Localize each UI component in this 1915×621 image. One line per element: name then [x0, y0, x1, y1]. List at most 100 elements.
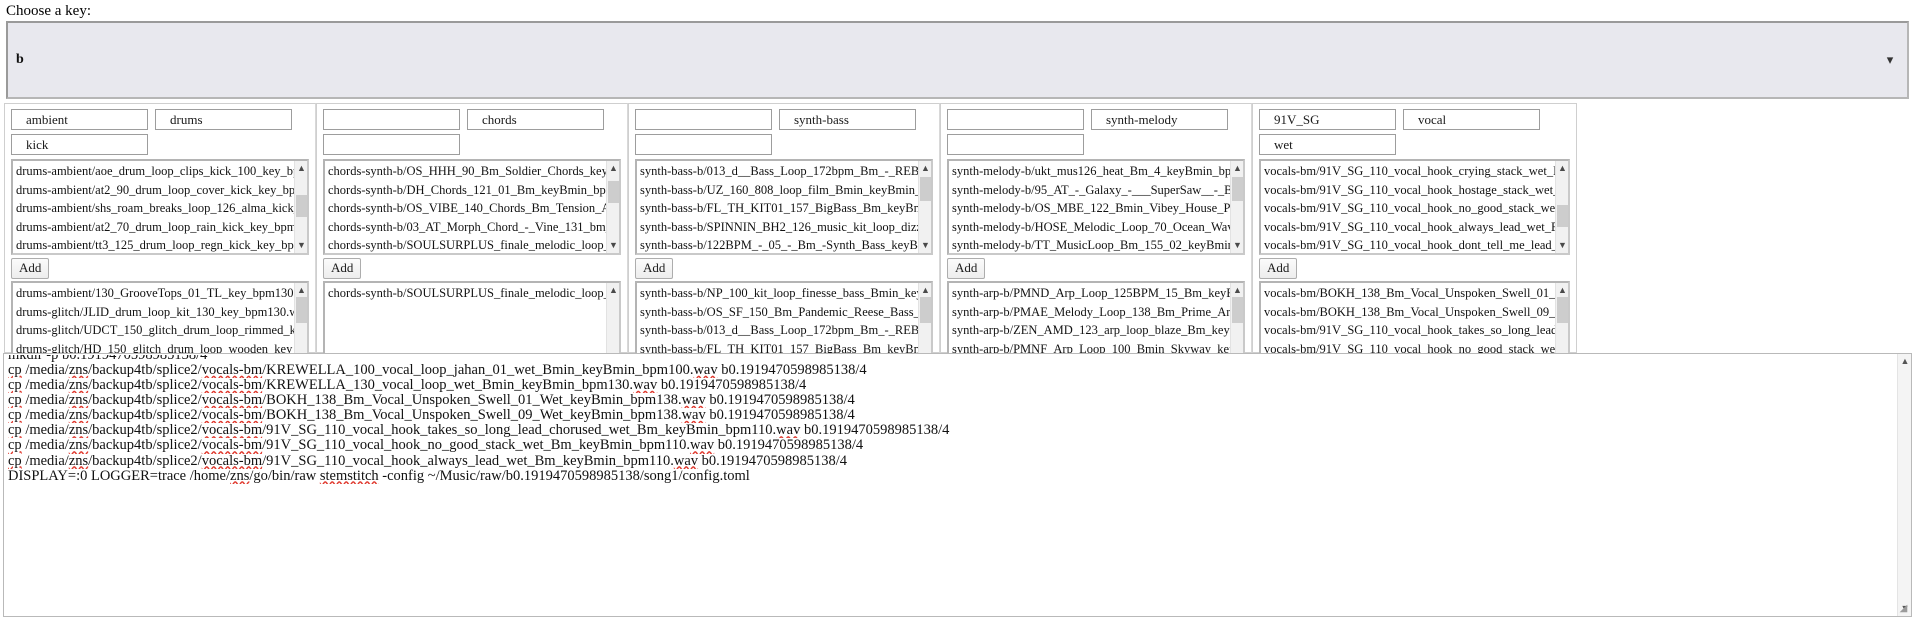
tag-input-1a[interactable]: 91V_SG — [1259, 109, 1396, 130]
scrollbar-thumb[interactable] — [1232, 297, 1243, 323]
list-item[interactable]: vocals-bm/91V_SG_110_vocal_hook_crying_s… — [1264, 162, 1555, 181]
list-item[interactable]: vocals-bm/91V_SG_110_vocal_hook_always_l… — [1264, 218, 1555, 237]
list-item[interactable]: chords-synth-b/03_AT_Morph_Chord_-_Vine_… — [328, 218, 606, 237]
tag-input-1a[interactable] — [635, 109, 772, 130]
list-item[interactable]: synth-bass-b/OS_SF_150_Bm_Pandemic_Reese… — [640, 303, 918, 322]
add-button[interactable]: Add — [947, 258, 986, 279]
chevron-up-icon[interactable]: ▲ — [919, 162, 931, 175]
scrollbar-thumb[interactable] — [1557, 205, 1568, 227]
scrollbar-thumb[interactable] — [1232, 177, 1243, 201]
list-item[interactable]: chords-synth-b/SOULSURPLUS_finale_melodi… — [328, 236, 606, 253]
chevron-up-icon[interactable]: ▲ — [607, 284, 619, 297]
scrollbar-thumb[interactable] — [1557, 297, 1568, 323]
tag-input-1b[interactable]: drums — [155, 109, 292, 130]
list-item[interactable]: vocals-bm/91V_SG_110_vocal_hook_no_good_… — [1264, 199, 1555, 218]
add-button[interactable]: Add — [635, 258, 674, 279]
tag-input-2a[interactable] — [635, 134, 772, 155]
list-item[interactable]: synth-bass-b/UZ_160_808_loop_film_Bmin_k… — [640, 181, 918, 200]
chevron-up-icon[interactable]: ▲ — [1231, 162, 1243, 175]
chevron-up-icon[interactable]: ▲ — [607, 162, 619, 175]
chevron-up-icon[interactable]: ▲ — [1898, 355, 1911, 368]
scrollbar-thumb[interactable] — [296, 195, 307, 217]
list-item[interactable]: drums-ambient/aoe_drum_loop_clips_kick_1… — [16, 162, 294, 181]
scrollbar-vertical[interactable]: ▲ ▼ — [294, 161, 307, 253]
scrollbar-vertical[interactable]: ▲ ▼ — [1230, 161, 1243, 253]
chevron-up-icon[interactable]: ▲ — [295, 162, 307, 175]
list-item[interactable]: vocals-bm/91V_SG_110_vocal_hook_takes_so… — [1264, 321, 1555, 340]
list-item[interactable]: drums-ambient/at2_90_drum_loop_cover_kic… — [16, 181, 294, 200]
scrollbar-thumb[interactable] — [920, 297, 931, 323]
list-item[interactable]: synth-melody-b/TT_MusicLoop_Bm_155_02_ke… — [952, 236, 1230, 253]
list-item[interactable]: synth-arp-b/PMAE_Melody_Loop_138_Bm_Prim… — [952, 303, 1230, 322]
list-item[interactable]: synth-bass-b/FL_TH_KIT01_157_BigBass_Bm_… — [640, 199, 918, 218]
available-listbox[interactable]: synth-melody-b/ukt_mus126_heat_Bm_4_keyB… — [947, 159, 1245, 255]
scrollbar-vertical[interactable]: ▲ ▼ — [918, 161, 931, 253]
chevron-up-icon[interactable]: ▲ — [295, 284, 307, 297]
available-listbox[interactable]: chords-synth-b/OS_HHH_90_Bm_Soldier_Chor… — [323, 159, 621, 255]
console-scrollbar[interactable]: ▲ ▼ — [1897, 354, 1911, 616]
scrollbar-vertical[interactable]: ▲ ▼ — [1555, 161, 1568, 253]
list-item[interactable]: drums-ambient/tt3_125_drum_loop_regn_kic… — [16, 236, 294, 253]
list-item[interactable]: vocals-bm/91V_SG_110_vocal_hook_dont_tel… — [1264, 236, 1555, 253]
list-item[interactable]: drums-glitch/JLID_drum_loop_kit_130_key_… — [16, 303, 294, 322]
tag-input-2a[interactable]: kick — [11, 134, 148, 155]
scrollbar-vertical[interactable]: ▲ ▼ — [606, 161, 619, 253]
tag-input-2a[interactable] — [947, 134, 1084, 155]
available-listbox[interactable]: drums-ambient/aoe_drum_loop_clips_kick_1… — [11, 159, 309, 255]
add-button[interactable]: Add — [1259, 258, 1298, 279]
list-item[interactable]: vocals-bm/91V_SG_110_vocal_hook_hostage_… — [1264, 181, 1555, 200]
chevron-up-icon[interactable]: ▲ — [1231, 284, 1243, 297]
scrollbar-thumb[interactable] — [920, 177, 931, 201]
tag-row-2: kick — [11, 134, 309, 155]
resize-handle-icon[interactable]: ◢ — [1897, 602, 1910, 615]
tag-input-1b[interactable]: synth-bass — [779, 109, 916, 130]
tag-input-1b[interactable]: synth-melody — [1091, 109, 1228, 130]
chevron-down-icon[interactable]: ▼ — [607, 239, 619, 252]
list-item[interactable]: chords-synth-b/DH_Chords_121_01_Bm_keyBm… — [328, 181, 606, 200]
tag-input-1b[interactable]: vocal — [1403, 109, 1540, 130]
list-item[interactable]: synth-bass-b/013_d__Bass_Loop_172bpm_Bm_… — [640, 321, 918, 340]
scrollbar-thumb[interactable] — [296, 297, 307, 323]
chevron-down-icon[interactable]: ▼ — [919, 239, 931, 252]
scrollbar-thumb[interactable] — [608, 181, 619, 203]
chevron-down-icon[interactable]: ▼ — [295, 239, 307, 252]
list-item[interactable]: synth-bass-b/NP_100_kit_loop_finesse_bas… — [640, 284, 918, 303]
console-line: cp /media/zns/backup4tb/splice2/vocals-b… — [8, 438, 864, 454]
chevron-up-icon[interactable]: ▲ — [1556, 284, 1568, 297]
tag-input-1a[interactable] — [323, 109, 460, 130]
list-item[interactable]: vocals-bm/BOKH_138_Bm_Vocal_Unspoken_Swe… — [1264, 303, 1555, 322]
console-line: cp /media/zns/backup4tb/splice2/vocals-b… — [8, 393, 855, 409]
chevron-down-icon[interactable]: ▼ — [1556, 239, 1568, 252]
tag-input-1b[interactable]: chords — [467, 109, 604, 130]
available-listbox[interactable]: vocals-bm/91V_SG_110_vocal_hook_crying_s… — [1259, 159, 1570, 255]
list-item[interactable]: synth-melody-b/95_AT_-_Galaxy_-___SuperS… — [952, 181, 1230, 200]
list-item[interactable]: drums-ambient/at2_70_drum_loop_rain_kick… — [16, 218, 294, 237]
add-button[interactable]: Add — [323, 258, 362, 279]
chevron-down-icon[interactable]: ▼ — [1231, 239, 1243, 252]
list-item[interactable]: synth-bass-b/SPINNIN_BH2_126_music_kit_l… — [640, 218, 918, 237]
tag-input-2a[interactable] — [323, 134, 460, 155]
list-item[interactable]: vocals-bm/BOKH_138_Bm_Vocal_Unspoken_Swe… — [1264, 284, 1555, 303]
list-item[interactable]: synth-melody-b/ukt_mus126_heat_Bm_4_keyB… — [952, 162, 1230, 181]
list-item[interactable]: synth-bass-b/013_d__Bass_Loop_172bpm_Bm_… — [640, 162, 918, 181]
list-item[interactable]: drums-glitch/UDCT_150_glitch_drum_loop_r… — [16, 321, 294, 340]
list-item[interactable]: synth-bass-b/122BPM_-_05_-_Bm_-Synth_Bas… — [640, 236, 918, 253]
list-item[interactable]: chords-synth-b/OS_VIBE_140_Chords_Bm_Ten… — [328, 199, 606, 218]
list-item[interactable]: drums-ambient/shs_roam_breaks_loop_126_a… — [16, 199, 294, 218]
tag-input-1a[interactable] — [947, 109, 1084, 130]
list-item[interactable]: synth-arp-b/ZEN_AMD_123_arp_loop_blaze_B… — [952, 321, 1230, 340]
key-select[interactable]: b ▾ — [6, 21, 1909, 99]
add-button[interactable]: Add — [11, 258, 50, 279]
chevron-up-icon[interactable]: ▲ — [1556, 162, 1568, 175]
list-item[interactable]: synth-melody-b/HOSE_Melodic_Loop_70_Ocea… — [952, 218, 1230, 237]
list-item[interactable]: chords-synth-b/OS_HHH_90_Bm_Soldier_Chor… — [328, 162, 606, 181]
list-item[interactable]: synth-arp-b/PMND_Arp_Loop_125BPM_15_Bm_k… — [952, 284, 1230, 303]
available-listbox[interactable]: synth-bass-b/013_d__Bass_Loop_172bpm_Bm_… — [635, 159, 933, 255]
list-item[interactable]: chords-synth-b/SOULSURPLUS_finale_melodi… — [328, 284, 606, 303]
command-console[interactable]: mkdir -p b0.1919470598985138/4 cp /media… — [3, 353, 1912, 617]
chevron-up-icon[interactable]: ▲ — [919, 284, 931, 297]
tag-input-1a[interactable]: ambient — [11, 109, 148, 130]
tag-input-2a[interactable]: wet — [1259, 134, 1396, 155]
list-item[interactable]: drums-ambient/130_GrooveTops_01_TL_key_b… — [16, 284, 294, 303]
list-item[interactable]: synth-melody-b/OS_MBE_122_Bmin_Vibey_Hou… — [952, 199, 1230, 218]
